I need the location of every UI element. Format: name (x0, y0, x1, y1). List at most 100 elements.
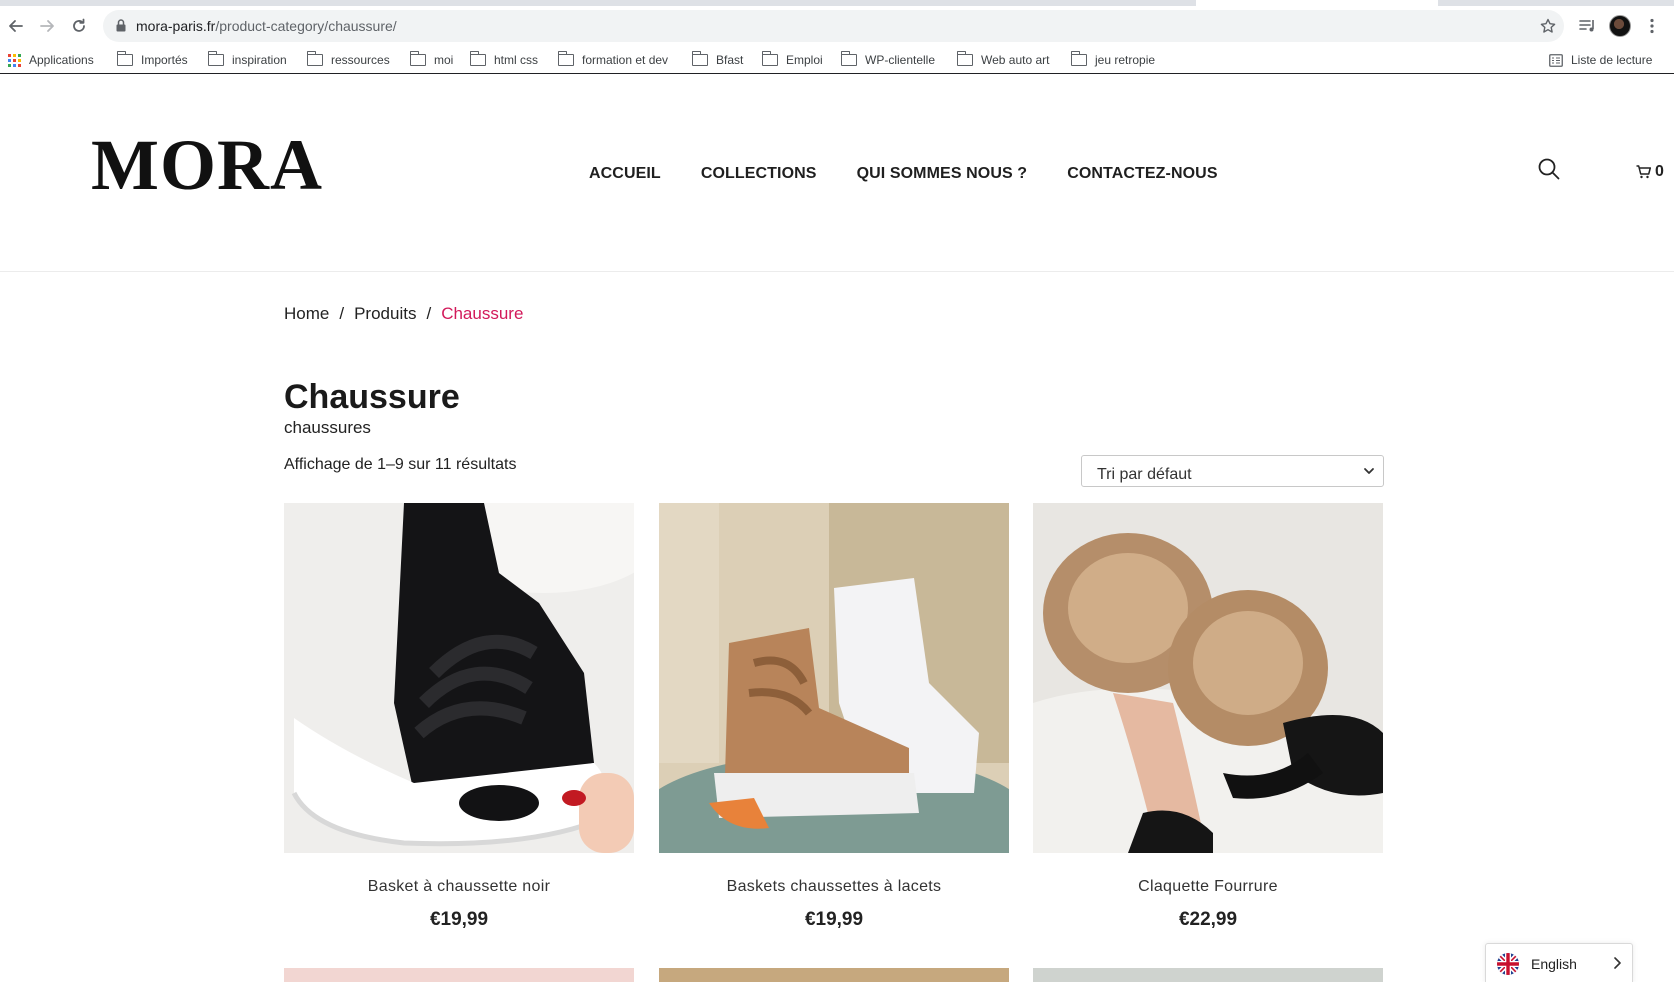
product-image[interactable] (1033, 503, 1383, 853)
reload-button[interactable] (67, 14, 91, 38)
folder-icon (761, 51, 778, 66)
product-price: €19,99 (429, 909, 489, 930)
chevron-right-icon (1614, 957, 1621, 969)
playlist-icon (1579, 20, 1594, 32)
browser-menu-button[interactable] (1640, 12, 1664, 40)
product-image-partial[interactable] (1033, 968, 1383, 982)
bookmark-folder-ressources[interactable]: ressources (306, 50, 390, 70)
breadcrumb-current: Chaussure (441, 304, 524, 323)
bookmark-folder-inspiration[interactable]: inspiration (207, 50, 287, 70)
url-path: /product-category/chaussure/ (215, 18, 397, 34)
bookmark-folder-web-auto-art[interactable]: Web auto art (956, 50, 1050, 70)
folder-icon (840, 51, 857, 66)
lock-icon (116, 19, 126, 32)
site-header: MORA ACCUEIL COLLECTIONS QUI SOMMES NOUS… (0, 75, 1674, 272)
sort-select[interactable]: Tri par défaut (1081, 455, 1384, 487)
lace-up-sock-sneakers-image (659, 503, 1009, 853)
folder-icon (557, 51, 574, 66)
bookmark-label: html css (494, 53, 539, 67)
bookmark-folder-emploi[interactable]: Emploi (761, 50, 823, 70)
breadcrumb: Home / Produits / Chaussure (284, 304, 523, 324)
folder-icon (469, 51, 486, 66)
breadcrumb-produits[interactable]: Produits (354, 304, 416, 324)
bookmark-label: jeu retropie (1095, 53, 1156, 67)
result-count: Affichage de 1–9 sur 11 résultats (284, 456, 517, 473)
page-title: Chaussure (284, 378, 460, 416)
media-control-button[interactable] (1576, 12, 1600, 40)
reading-list-label: Liste de lecture (1571, 53, 1653, 67)
sort-select-value: Tri par défaut (1097, 466, 1192, 483)
language-switcher[interactable]: English (1485, 943, 1633, 982)
bookmark-applications[interactable]: Applications (8, 50, 94, 70)
arrow-left-icon (9, 20, 23, 32)
language-label: English (1531, 955, 1577, 972)
category-description: chaussures (284, 418, 371, 437)
product-image-partial[interactable] (659, 968, 1009, 982)
bookmark-folder-importes[interactable]: Importés (116, 50, 188, 70)
breadcrumb-separator: / (339, 304, 345, 323)
bookmark-folder-html-css[interactable]: html css (469, 50, 539, 70)
bookmark-folder-formation-et-dev[interactable]: formation et dev (557, 50, 669, 70)
bookmark-star-button[interactable] (1538, 16, 1558, 36)
bookmark-label: inspiration (232, 53, 287, 67)
back-button[interactable] (4, 14, 28, 38)
product-image[interactable] (659, 503, 1009, 853)
nav-item-contactez-nous[interactable]: CONTACTEZ-NOUS (1067, 165, 1217, 183)
reading-list-icon (1549, 53, 1563, 67)
bookmarks-bar: Applications Importés inspiration ressou… (0, 46, 1674, 74)
folder-icon (306, 51, 323, 66)
arrow-right-icon (40, 20, 54, 32)
product-image-partial[interactable] (284, 968, 634, 982)
search-button[interactable] (1537, 157, 1561, 181)
bookmark-label: Applications (29, 53, 94, 67)
cart-icon (1636, 165, 1651, 179)
breadcrumb-home[interactable]: Home (284, 304, 329, 324)
url-text: mora-paris.fr/product-category/chaussure… (136, 18, 397, 34)
browser-toolbar: mora-paris.fr/product-category/chaussure… (0, 6, 1674, 46)
product-name[interactable]: Claquette Fourrure (1033, 878, 1383, 896)
bookmark-folder-wp-clientelle[interactable]: WP-clientelle (840, 50, 936, 70)
bookmark-label: Bfast (716, 53, 744, 67)
search-icon (1538, 158, 1560, 180)
folder-icon (956, 51, 973, 66)
product-image[interactable] (284, 503, 634, 853)
address-bar[interactable]: mora-paris.fr/product-category/chaussure… (103, 10, 1564, 42)
folder-icon (207, 51, 224, 66)
product-card[interactable]: Baskets chaussettes à lacets €19,99 (659, 503, 1009, 931)
bookmark-label: Importés (141, 53, 188, 67)
black-sock-sneaker-image (284, 503, 634, 853)
bookmark-label: WP-clientelle (865, 53, 936, 67)
folder-icon (1070, 51, 1087, 66)
nav-item-accueil[interactable]: ACCUEIL (589, 165, 661, 183)
product-name[interactable]: Baskets chaussettes à lacets (659, 878, 1009, 896)
fur-slides-image (1033, 503, 1383, 853)
product-card[interactable]: Basket à chaussette noir €19,99 (284, 503, 634, 931)
bookmark-label: formation et dev (582, 53, 669, 67)
reading-list-button[interactable]: Liste de lecture (1549, 50, 1652, 70)
bookmark-folder-bfast[interactable]: Bfast (691, 50, 744, 70)
star-icon (1540, 18, 1556, 33)
reload-icon (73, 18, 85, 32)
main-navigation: ACCUEIL COLLECTIONS QUI SOMMES NOUS ? CO… (589, 165, 1218, 183)
forward-button[interactable] (35, 14, 59, 38)
bookmark-label: moi (434, 53, 454, 67)
folder-icon (691, 51, 708, 66)
product-name[interactable]: Basket à chaussette noir (284, 878, 634, 896)
nav-item-collections[interactable]: COLLECTIONS (701, 165, 817, 183)
bookmark-label: Web auto art (981, 53, 1050, 67)
product-card[interactable]: Claquette Fourrure €22,99 (1033, 503, 1383, 931)
bookmark-folder-moi[interactable]: moi (409, 50, 454, 70)
uk-flag-icon (1497, 952, 1519, 975)
site-logo[interactable]: MORA (91, 129, 323, 201)
bookmark-folder-jeu-retropie[interactable]: jeu retropie (1070, 50, 1156, 70)
more-vertical-icon (1650, 18, 1654, 34)
apps-grid-icon (8, 53, 21, 67)
chevron-down-icon (1364, 468, 1374, 474)
avatar (1609, 15, 1631, 37)
url-host: mora-paris.fr (136, 18, 216, 34)
nav-item-qui-sommes-nous[interactable]: QUI SOMMES NOUS ? (857, 165, 1028, 183)
cart-count: 0 (1655, 163, 1664, 180)
profile-button[interactable] (1607, 12, 1633, 40)
cart-button[interactable]: 0 (1636, 163, 1664, 181)
folder-icon (409, 51, 426, 66)
